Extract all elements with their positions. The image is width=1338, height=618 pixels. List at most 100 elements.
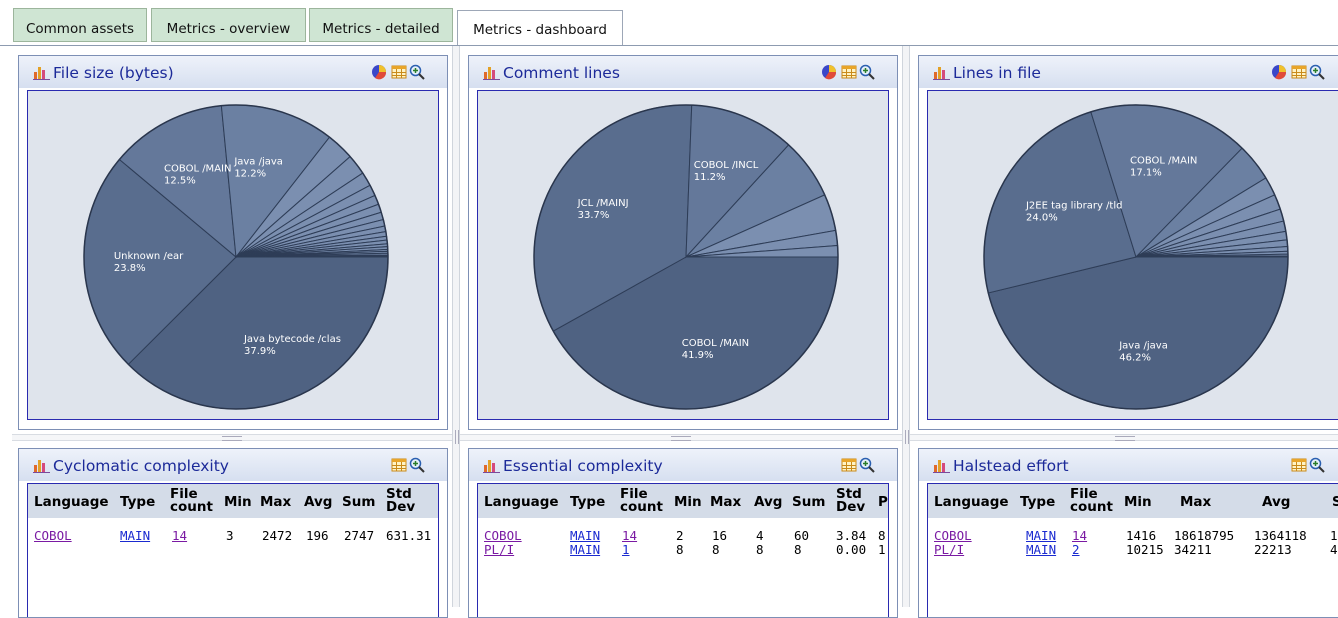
table-icon[interactable]: [841, 64, 857, 80]
panel-title: File size (bytes): [53, 64, 174, 82]
slice-label: Unknown /ear: [114, 251, 184, 262]
language-link[interactable]: COBOL: [934, 528, 972, 543]
type-link[interactable]: MAIN: [570, 542, 600, 557]
lines-in-file-panel: Lines in file Java /java 46.2% J2EE tag li…: [918, 55, 1338, 430]
table-icon[interactable]: [391, 64, 407, 80]
max-value: 18618795: [1174, 528, 1235, 543]
slice-percentage: 33.7%: [578, 210, 610, 221]
slice-label: Java bytecode /clas: [243, 334, 341, 345]
truncated-value: 1: [1330, 528, 1338, 543]
std-dev-value: 0.00: [836, 542, 867, 557]
essential-complexity-panel: Essential complexity Language Type File c…: [468, 448, 898, 618]
row-splitter[interactable]: [460, 434, 902, 441]
type-link[interactable]: MAIN: [1026, 528, 1056, 543]
tab-label: Metrics - detailed: [322, 21, 440, 37]
file-count-link[interactable]: 2: [1072, 542, 1080, 557]
file-size-panel: File size (bytes) Java bytecode /clas 37.…: [18, 55, 448, 430]
slice-label: COBOL /MAIN: [682, 338, 749, 349]
zoom-icon[interactable]: [409, 64, 425, 80]
zoom-icon[interactable]: [1309, 64, 1325, 80]
panel-title: Halstead effort: [953, 457, 1069, 475]
slice-percentage: 17.1%: [1130, 167, 1162, 178]
tab-common-assets[interactable]: Common assets: [13, 8, 147, 42]
truncated-value: 8: [878, 528, 886, 543]
panel-title: Essential complexity: [503, 457, 663, 475]
avg-value: 4: [756, 528, 764, 543]
sum-value: 60: [794, 528, 810, 543]
cyclomatic-complexity-panel: Cyclomatic complexity Language Type File…: [18, 448, 448, 618]
slice-percentage: 11.2%: [694, 172, 726, 183]
panel-title: Cyclomatic complexity: [53, 457, 229, 475]
min-value: 8: [676, 542, 684, 557]
slice-percentage: 41.9%: [682, 350, 714, 361]
bar-chart-icon: [483, 460, 500, 473]
metrics-table: Language Type File count Min Max Avg Sum …: [27, 483, 439, 617]
language-link[interactable]: COBOL: [484, 528, 522, 543]
pie-chart-area: Java bytecode /clas 37.9% Unknown /ear 23.8…: [27, 90, 439, 420]
table-icon[interactable]: [1291, 64, 1307, 80]
pie-chart: Java bytecode /clas37.9% Unknown /ear23.8…: [83, 104, 389, 410]
type-link[interactable]: MAIN: [1026, 542, 1056, 557]
panel-header: Halstead effort: [919, 449, 1338, 481]
pie-chart-icon[interactable]: [821, 64, 837, 80]
comment-lines-panel: Comment lines COBOL /MAIN 41.9% JCL /MAINJ…: [468, 55, 898, 430]
pie-chart-area: COBOL /MAIN 41.9% JCL /MAINJ 33.7% COBOL /IN…: [477, 90, 889, 420]
panel-header: Lines in file: [919, 56, 1338, 88]
table-icon[interactable]: [841, 457, 857, 473]
zoom-icon[interactable]: [859, 457, 875, 473]
language-link[interactable]: PL/I: [484, 542, 514, 557]
slice-label: JCL /MAINJ: [577, 198, 629, 209]
pie-chart-icon[interactable]: [371, 64, 387, 80]
tab-metrics-dashboard[interactable]: Metrics - dashboard: [457, 10, 623, 46]
file-count-link[interactable]: 14: [1072, 528, 1087, 543]
slice-label: Java /java: [233, 157, 283, 168]
pie-chart-icon[interactable]: [1271, 64, 1287, 80]
min-value: 3: [226, 528, 234, 543]
row-splitter[interactable]: [12, 434, 452, 441]
sum-value: 8: [794, 542, 802, 557]
slice-percentage: 23.8%: [114, 263, 146, 274]
slice-label: COBOL /MAIN: [164, 164, 231, 175]
slice-label: J2EE tag library /tld: [1025, 201, 1122, 212]
row-splitter[interactable]: [910, 434, 1338, 441]
slice-percentage: 12.2%: [234, 169, 266, 180]
bar-chart-icon: [933, 67, 950, 80]
min-value: 1416: [1126, 528, 1157, 543]
slice-label: COBOL /INCL: [694, 160, 759, 171]
slice-percentage: 37.9%: [244, 346, 276, 357]
type-link[interactable]: MAIN: [120, 528, 150, 543]
slice-label: Java /java: [1118, 341, 1168, 352]
language-link[interactable]: PL/I: [934, 542, 964, 557]
slice-label: COBOL /MAIN: [1130, 155, 1197, 166]
file-count-link[interactable]: 14: [622, 528, 637, 543]
panel-title: Comment lines: [503, 64, 620, 82]
file-count-link[interactable]: 1: [622, 542, 630, 557]
pie-chart: COBOL /MAIN41.9% JCL /MAINJ33.7% COBOL /IN…: [533, 104, 839, 410]
min-value: 10215: [1126, 542, 1164, 557]
max-value: 8: [712, 542, 720, 557]
panel-header: Comment lines: [469, 56, 897, 88]
zoom-icon[interactable]: [1309, 457, 1325, 473]
table-icon[interactable]: [1291, 457, 1307, 473]
column-splitter[interactable]: [902, 46, 910, 607]
sum-value: 2747: [344, 528, 375, 543]
truncated-value: 1: [878, 542, 886, 557]
min-value: 2: [676, 528, 684, 543]
panel-header: File size (bytes): [19, 56, 447, 88]
column-splitter[interactable]: [452, 46, 460, 607]
bar-chart-icon: [33, 67, 50, 80]
table-icon[interactable]: [391, 457, 407, 473]
max-value: 16: [712, 528, 728, 543]
avg-value: 22213: [1254, 542, 1292, 557]
pie-chart-area: Java /java 46.2% J2EE tag library /tld 24.0…: [927, 90, 1338, 420]
zoom-icon[interactable]: [859, 64, 875, 80]
max-value: 2472: [262, 528, 293, 543]
language-link[interactable]: COBOL: [34, 528, 72, 543]
tab-label: Metrics - dashboard: [473, 22, 607, 38]
file-count-link[interactable]: 14: [172, 528, 187, 543]
zoom-icon[interactable]: [409, 457, 425, 473]
tab-metrics-overview[interactable]: Metrics - overview: [151, 8, 306, 42]
tab-metrics-detailed[interactable]: Metrics - detailed: [309, 8, 453, 42]
tab-bar: Common assets Metrics - overview Metrics…: [0, 0, 1338, 46]
type-link[interactable]: MAIN: [570, 528, 600, 543]
